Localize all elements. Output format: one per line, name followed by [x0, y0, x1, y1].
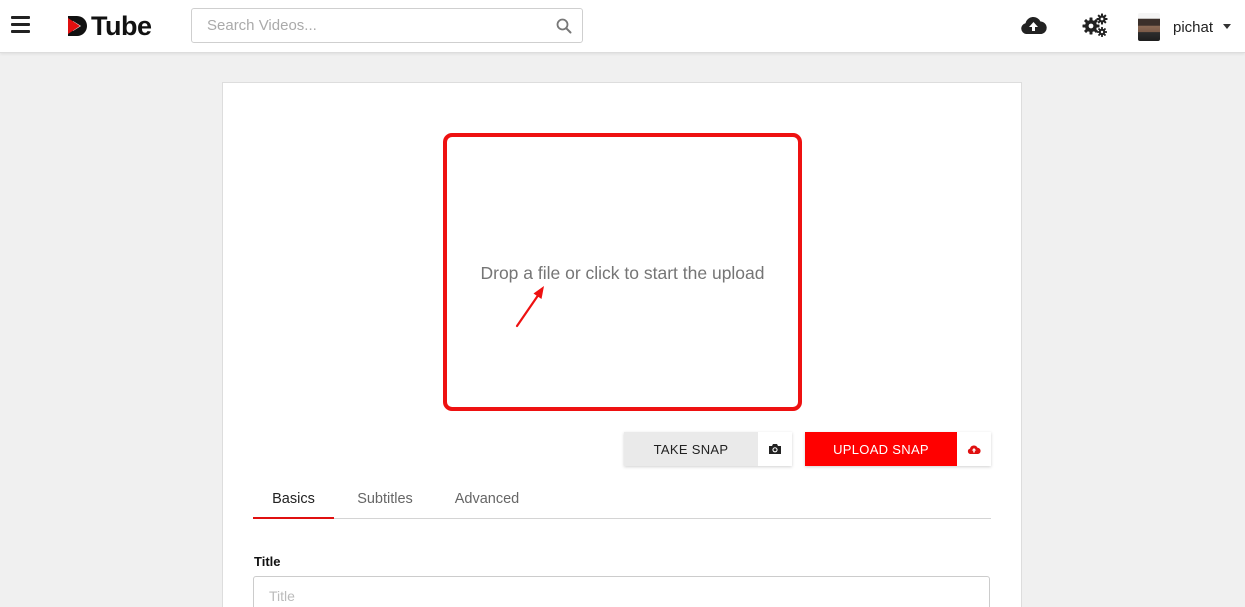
title-input[interactable] [253, 576, 990, 607]
tab-subtitles[interactable]: Subtitles [344, 480, 426, 518]
upload-snap-button[interactable]: UPLOAD SNAP [805, 432, 991, 466]
cloud-upload-icon[interactable] [1020, 14, 1047, 36]
hamburger-menu-icon[interactable] [11, 16, 30, 33]
camera-icon [769, 444, 781, 454]
caret-down-icon [1223, 23, 1232, 29]
upload-snap-label: UPLOAD SNAP [833, 441, 929, 457]
take-snap-button[interactable]: TAKE SNAP [624, 432, 792, 466]
search-box [191, 8, 583, 43]
upload-dropzone[interactable]: Drop a file or click to start the upload [443, 133, 802, 411]
take-snap-icon-box [758, 432, 792, 466]
title-label: Title [254, 554, 281, 569]
logo-text: Tube [91, 10, 152, 41]
gears-icon[interactable] [1082, 13, 1108, 37]
upload-snap-icon-box [957, 432, 991, 466]
tab-advanced[interactable]: Advanced [444, 480, 530, 518]
tab-bar: Basics Subtitles Advanced [253, 480, 991, 519]
search-input[interactable] [192, 9, 542, 42]
dtube-logo[interactable]: Tube [66, 10, 152, 41]
cloud-upload-icon [967, 444, 981, 454]
username: pichat [1173, 18, 1214, 36]
dropzone-text: Drop a file or click to start the upload [480, 263, 765, 283]
dtube-logo-mark [68, 16, 87, 36]
user-menu[interactable]: pichat [1138, 12, 1232, 42]
take-snap-label: TAKE SNAP [653, 441, 729, 457]
avatar [1138, 13, 1160, 41]
search-icon[interactable] [556, 18, 572, 34]
tab-basics[interactable]: Basics [253, 480, 334, 519]
top-navbar: Tube Search Videos... pichat [0, 0, 1245, 53]
